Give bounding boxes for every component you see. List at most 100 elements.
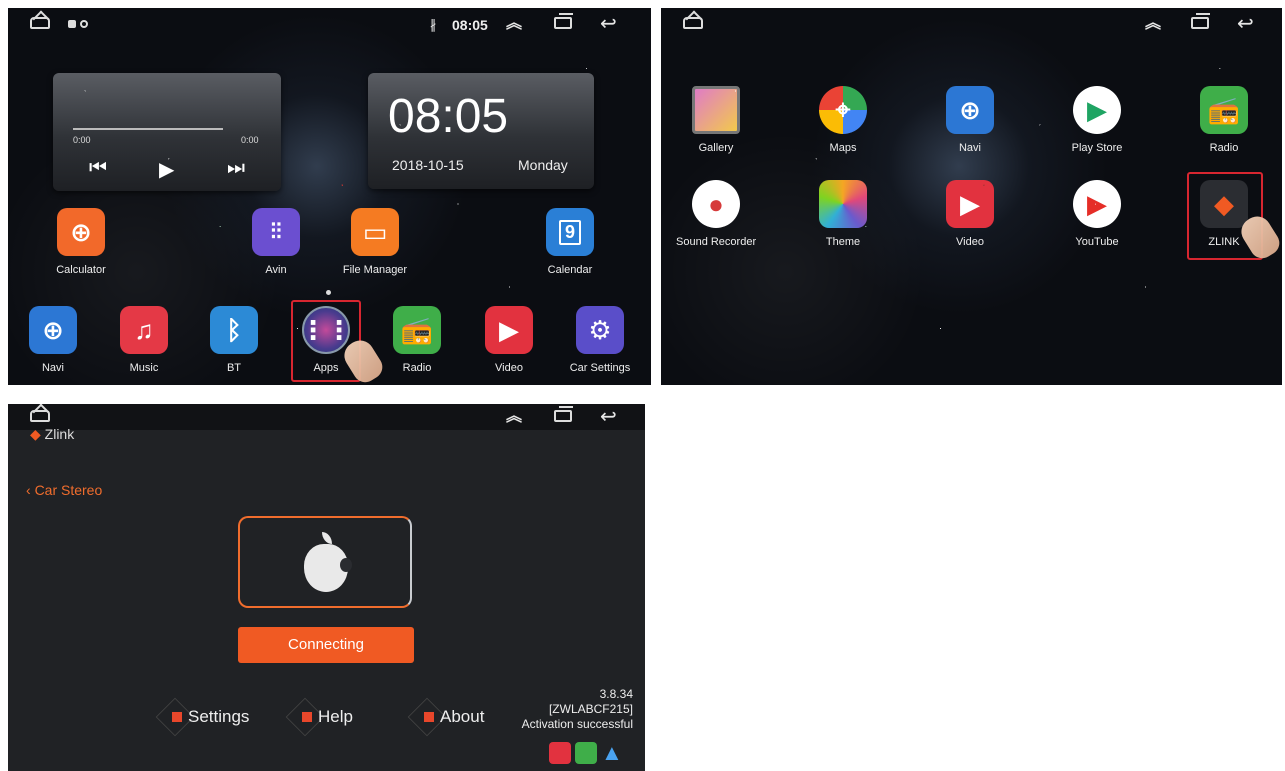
notification-icon	[68, 20, 76, 28]
app-calendar[interactable]: 9 Calendar	[530, 208, 610, 276]
music-elapsed: 0:00	[73, 135, 91, 145]
play-store-icon: ▶	[1073, 86, 1121, 134]
chevron-up-icon[interactable]: ︽	[506, 409, 522, 425]
zlink-logo-icon: ◆	[30, 426, 45, 442]
clock-widget: 08:05 2018-10-15 Monday	[368, 73, 594, 189]
dock-car-settings[interactable]: ⚙ Car Settings	[560, 306, 640, 374]
app-label: Radio	[1209, 142, 1239, 154]
app-navi[interactable]: ⊕ Navi	[930, 86, 1010, 154]
status-bar: ︽ ↩	[8, 404, 645, 430]
video-play-icon: ▶	[946, 180, 994, 228]
back-link[interactable]: ‹ Car Stereo	[26, 482, 102, 498]
recent-apps-icon[interactable]	[554, 13, 573, 29]
carplay-icon[interactable]	[549, 742, 571, 764]
version-number: 3.8.34	[599, 687, 633, 701]
about-icon	[424, 712, 434, 722]
version-info: 3.8.34 [ZWLABCF215] Activation successfu…	[522, 687, 633, 732]
play-icon[interactable]: ▶	[159, 157, 174, 182]
next-icon[interactable]: ⏭	[227, 157, 245, 180]
dock-navi[interactable]: ⊕ Navi	[13, 306, 93, 374]
dock-music[interactable]: ♫ Music	[104, 306, 184, 374]
notification-dot-icon	[80, 20, 88, 28]
back-icon[interactable]: ↩	[1237, 14, 1254, 34]
youtube-icon: ▶	[1073, 180, 1121, 228]
app-label: Navi	[41, 362, 64, 374]
app-label: Video	[495, 362, 523, 374]
recent-apps-icon[interactable]	[1191, 13, 1210, 29]
app-label: Navi	[958, 142, 981, 154]
radio-icon: 📻	[393, 306, 441, 354]
dock-video[interactable]: ▶ Video	[469, 306, 549, 374]
settings-icon	[172, 712, 182, 722]
app-label: Car Settings	[569, 362, 631, 374]
gear-icon: ⚙	[576, 306, 624, 354]
back-icon[interactable]: ↩	[600, 407, 617, 427]
app-label: Music	[129, 362, 159, 374]
app-label: Calendar	[547, 264, 593, 276]
app-label: Gallery	[698, 142, 734, 154]
previous-icon[interactable]: ⏮	[89, 157, 107, 180]
apps-screen: ︽ ↩ Gallery ⌖ Maps ⊕ Navi ▶ Play Store 📻…	[661, 8, 1282, 385]
app-avin[interactable]: ⫶⫶ Avin	[236, 208, 316, 276]
calculator-icon: ⊕	[57, 208, 105, 256]
app-label: Play Store	[1071, 142, 1123, 154]
zlink-logo: ◆ Zlink	[30, 426, 74, 443]
zlink-logo-text: Zlink	[44, 426, 75, 442]
app-label: Sound Recorder	[676, 236, 757, 248]
bluetooth-app-icon: ᛒ	[210, 306, 258, 354]
app-calculator[interactable]: ⊕ Calculator	[41, 208, 121, 276]
status-bar: ∦ 08:05 ︽ ↩	[8, 8, 651, 42]
music-total: 0:00	[241, 135, 259, 145]
equalizer-icon: ⫶⫶	[252, 208, 300, 256]
app-gallery[interactable]: Gallery	[676, 86, 756, 154]
app-play-store[interactable]: ▶ Play Store	[1057, 86, 1137, 154]
calendar-day: 9	[558, 219, 581, 245]
android-auto-icon[interactable]	[575, 742, 597, 764]
dock-radio[interactable]: 📻 Radio	[377, 306, 457, 374]
radio-icon: 📻	[1200, 86, 1248, 134]
status-time: 08:05	[452, 17, 488, 33]
chevron-left-icon: ‹	[26, 482, 35, 498]
navigation-icon: ⊕	[946, 86, 994, 134]
about-label: About	[440, 707, 485, 726]
music-note-icon: ♫	[120, 306, 168, 354]
chevron-up-icon[interactable]: ︽	[506, 16, 522, 32]
app-label: Video	[956, 236, 984, 248]
microphone-icon: ●	[692, 180, 740, 228]
app-video[interactable]: ▶ Video	[930, 180, 1010, 248]
app-sound-recorder[interactable]: ● Sound Recorder	[676, 180, 756, 248]
back-link-label: Car Stereo	[34, 482, 103, 498]
bluetooth-icon: ∦	[430, 17, 437, 32]
device-box	[238, 516, 412, 608]
maps-icon: ⌖	[819, 86, 867, 134]
music-progress[interactable]	[73, 128, 223, 130]
home-icon[interactable]	[683, 17, 703, 29]
app-radio[interactable]: 📻 Radio	[1184, 86, 1264, 154]
app-file-manager[interactable]: ▭ File Manager	[335, 208, 415, 276]
recent-apps-icon[interactable]	[554, 406, 573, 422]
chevron-up-icon[interactable]: ︽	[1145, 16, 1161, 32]
app-youtube[interactable]: ▶ YouTube	[1057, 180, 1137, 248]
apple-icon	[304, 532, 352, 592]
home-icon[interactable]	[30, 17, 50, 29]
calendar-icon: 9	[546, 208, 594, 256]
apps-grid-icon: ⋮⋮	[300, 306, 352, 354]
app-label: Maps	[829, 142, 857, 154]
video-play-icon: ▶	[485, 306, 533, 354]
home-icon[interactable]	[30, 410, 50, 422]
app-maps[interactable]: ⌖ Maps	[803, 86, 883, 154]
clock-day: Monday	[518, 157, 568, 173]
app-label: File Manager	[342, 264, 408, 276]
navigation-arrow-icon[interactable]: ▲	[601, 742, 623, 764]
navigation-icon: ⊕	[29, 306, 77, 354]
app-label: Radio	[402, 362, 432, 374]
app-label: Calculator	[56, 264, 106, 276]
music-widget: 0:00 0:00 ⏮ ▶ ⏭	[53, 73, 281, 191]
connecting-button[interactable]: Connecting	[238, 627, 414, 663]
app-label: Avin	[265, 264, 287, 276]
dock-bt[interactable]: ᛒ BT	[194, 306, 274, 374]
device-id: [ZWLABCF215]	[548, 702, 633, 716]
back-icon[interactable]: ↩	[600, 14, 617, 34]
app-theme[interactable]: Theme	[803, 180, 883, 248]
page-indicator	[326, 290, 331, 295]
